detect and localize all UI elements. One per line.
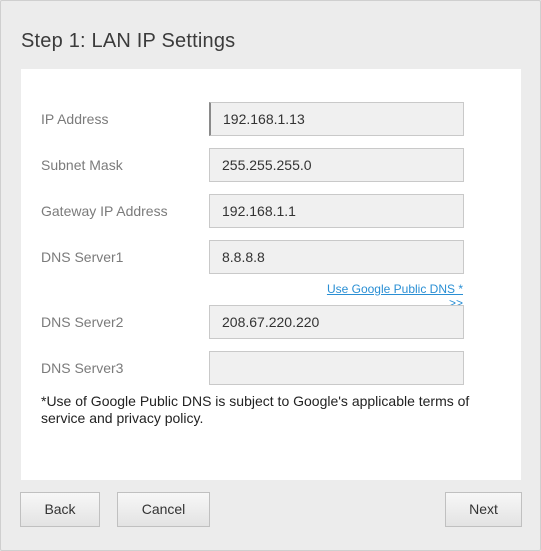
subnet-mask-input[interactable] — [209, 148, 464, 182]
back-button[interactable]: Back — [20, 492, 100, 527]
dns-server2-input[interactable] — [209, 305, 464, 339]
ip-address-input[interactable] — [209, 102, 464, 136]
gateway-input[interactable] — [209, 194, 464, 228]
google-dns-terms-note: *Use of Google Public DNS is subject to … — [41, 393, 470, 426]
gateway-row: Gateway IP Address — [21, 194, 521, 228]
dns-server1-label: DNS Server1 — [41, 249, 124, 265]
dns-server3-label: DNS Server3 — [41, 360, 124, 376]
next-button[interactable]: Next — [445, 492, 522, 527]
dns-server3-input[interactable] — [209, 351, 464, 385]
dns-server3-row: DNS Server3 — [21, 351, 521, 385]
subnet-mask-row: Subnet Mask — [21, 148, 521, 182]
cancel-button[interactable]: Cancel — [117, 492, 210, 527]
ip-address-label: IP Address — [41, 111, 109, 127]
settings-panel: IP Address Subnet Mask Gateway IP Addres… — [21, 69, 521, 480]
dns-server2-label: DNS Server2 — [41, 314, 124, 330]
subnet-mask-label: Subnet Mask — [41, 157, 123, 173]
dns-server1-input[interactable] — [209, 240, 464, 274]
gateway-label: Gateway IP Address — [41, 203, 168, 219]
dns-server2-row: DNS Server2 — [21, 305, 521, 339]
page-title: Step 1: LAN IP Settings — [21, 30, 236, 52]
ip-address-row: IP Address — [21, 102, 521, 136]
dns-server1-row: DNS Server1 — [21, 240, 521, 274]
